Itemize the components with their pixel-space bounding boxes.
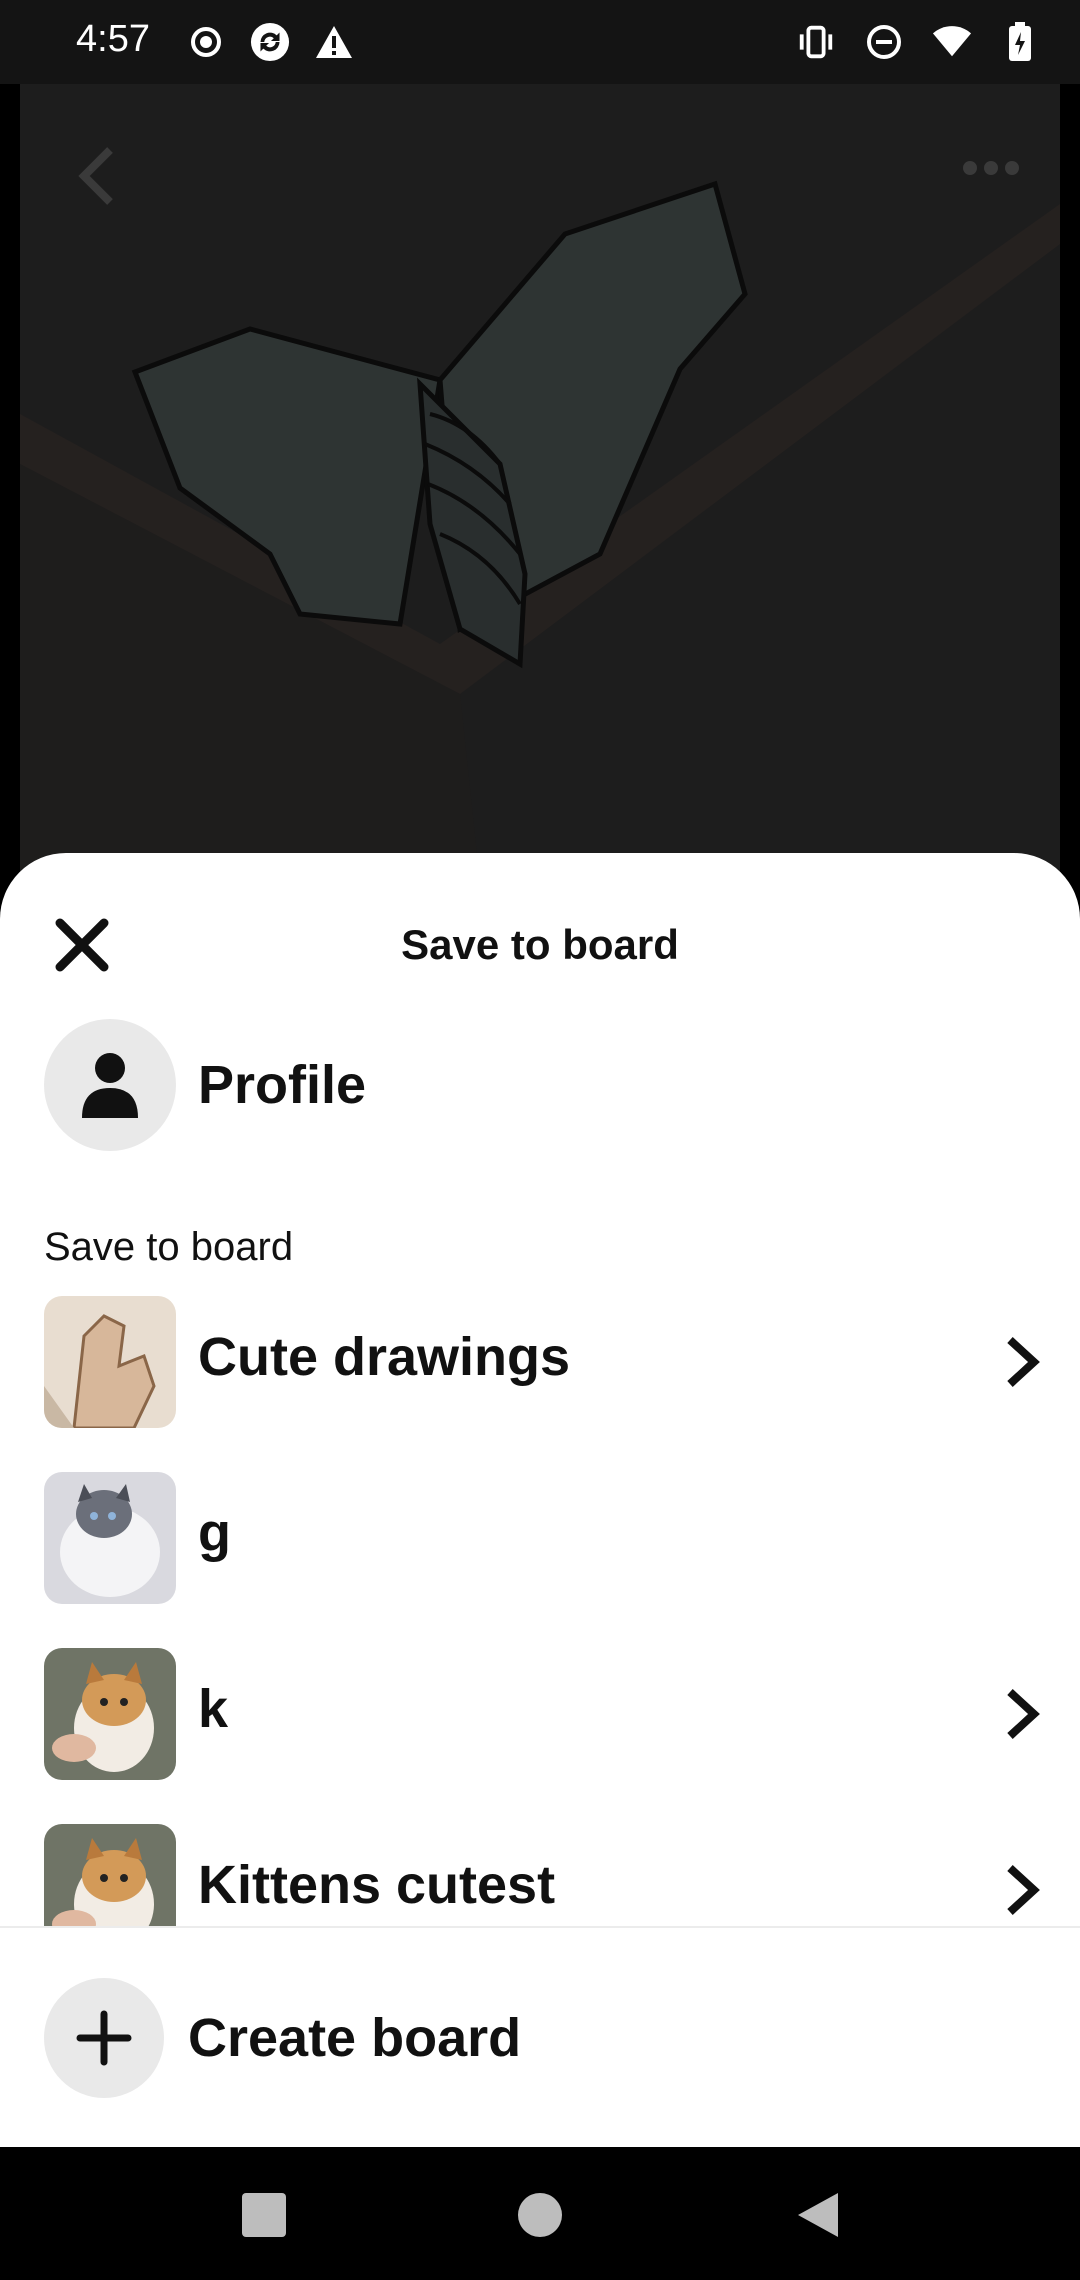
board-thumbnail	[44, 1296, 176, 1428]
navigation-bar	[0, 2147, 1080, 2280]
warning-icon	[314, 22, 354, 62]
profile-label: Profile	[198, 1055, 367, 1115]
back-triangle-icon[interactable]	[790, 2187, 846, 2243]
board-thumbnail	[44, 1648, 176, 1780]
chevron-right-icon[interactable]	[1004, 1336, 1040, 1388]
battery-charging-icon	[1000, 22, 1040, 62]
person-icon	[82, 1053, 138, 1118]
board-name: g	[198, 1503, 231, 1563]
background-pin-image	[20, 84, 1060, 884]
board-item-kittens-cutest[interactable]: Kittens cutest	[0, 1824, 1080, 1926]
status-bar: 4:57	[0, 0, 1080, 84]
plus-icon	[76, 2010, 132, 2066]
board-item-k[interactable]: k	[0, 1648, 1080, 1780]
create-board-label: Create board	[188, 2008, 522, 2068]
do-not-disturb-icon	[864, 22, 904, 62]
board-item-g[interactable]: g	[0, 1472, 1080, 1604]
board-thumbnail	[44, 1472, 176, 1604]
board-name: k	[198, 1679, 229, 1739]
wifi-icon	[932, 22, 972, 62]
board-list[interactable]: Cute drawings g k Kittens cutest	[0, 1296, 1080, 1926]
sheet-title: Save to board	[401, 921, 679, 968]
board-name: Cute drawings	[198, 1327, 571, 1387]
chevron-right-icon[interactable]	[1004, 1864, 1040, 1916]
sheet-footer: Create board	[0, 1926, 1080, 2147]
profile-row[interactable]: Profile	[44, 1019, 366, 1151]
sync-icon	[250, 22, 290, 62]
avatar	[44, 1019, 176, 1151]
home-circle-icon[interactable]	[512, 2187, 568, 2243]
status-left-icons	[186, 22, 354, 62]
vibrate-icon	[796, 22, 836, 62]
board-name: Kittens cutest	[198, 1855, 556, 1915]
record-icon	[186, 22, 226, 62]
chevron-right-icon[interactable]	[1004, 1688, 1040, 1740]
more-options-icon[interactable]	[962, 160, 1020, 181]
recents-square-icon[interactable]	[236, 2187, 292, 2243]
create-board-button[interactable]: Create board	[44, 1978, 521, 2098]
status-right-icons	[796, 22, 1040, 62]
plus-circle	[44, 1978, 164, 2098]
section-label: Save to board	[44, 1225, 294, 1269]
board-thumbnail	[44, 1824, 176, 1926]
board-item-cute-drawings[interactable]: Cute drawings	[0, 1296, 1080, 1428]
back-arrow-icon[interactable]	[76, 146, 116, 211]
save-to-board-sheet: Save to board Profile Save to board Cute…	[0, 853, 1080, 2147]
status-time: 4:57	[76, 18, 150, 60]
background-dim-overlay	[20, 84, 1060, 884]
